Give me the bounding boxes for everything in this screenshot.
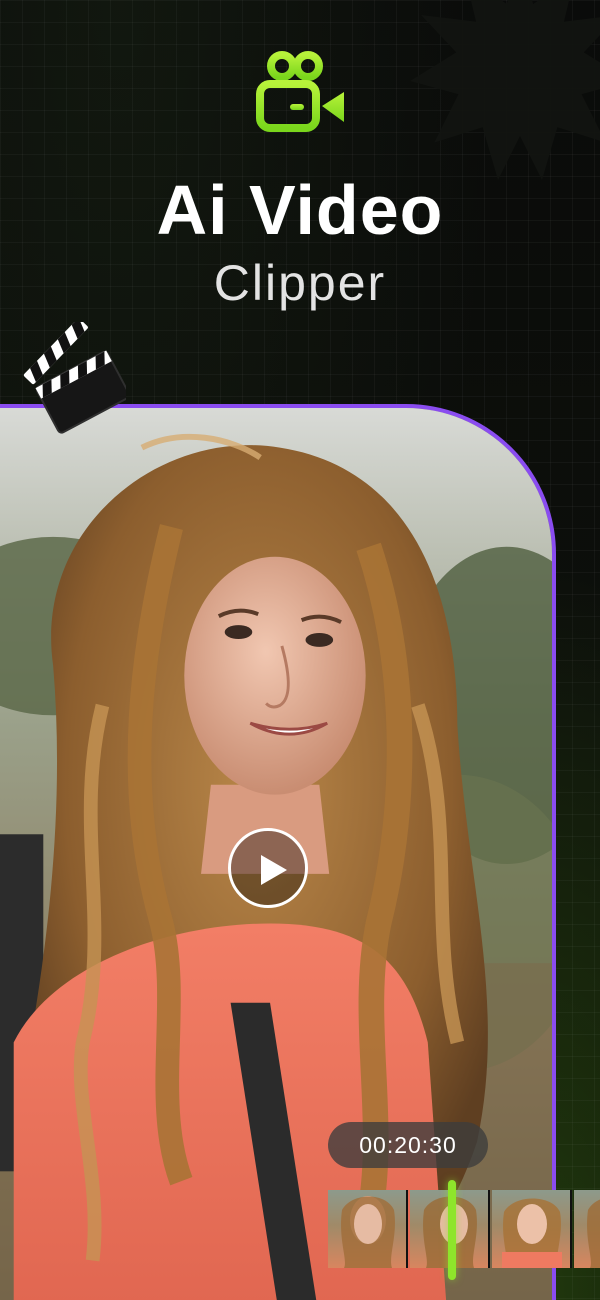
video-camera-icon [256,51,344,132]
app-title: Ai Video [156,171,444,249]
app-subtitle: Clipper [213,255,387,311]
play-icon [261,855,287,885]
timeline-thumbnail[interactable] [328,1190,408,1268]
timeline-thumbnail[interactable] [574,1190,600,1268]
timeline-playhead[interactable] [448,1180,456,1280]
starburst-decoration [410,0,600,180]
clapperboard-icon [23,322,126,434]
play-button[interactable] [228,828,308,908]
timeline-thumbnail[interactable] [492,1190,572,1268]
clip-timeline[interactable] [328,1190,600,1268]
timestamp-badge: 00:20:30 [328,1122,488,1168]
